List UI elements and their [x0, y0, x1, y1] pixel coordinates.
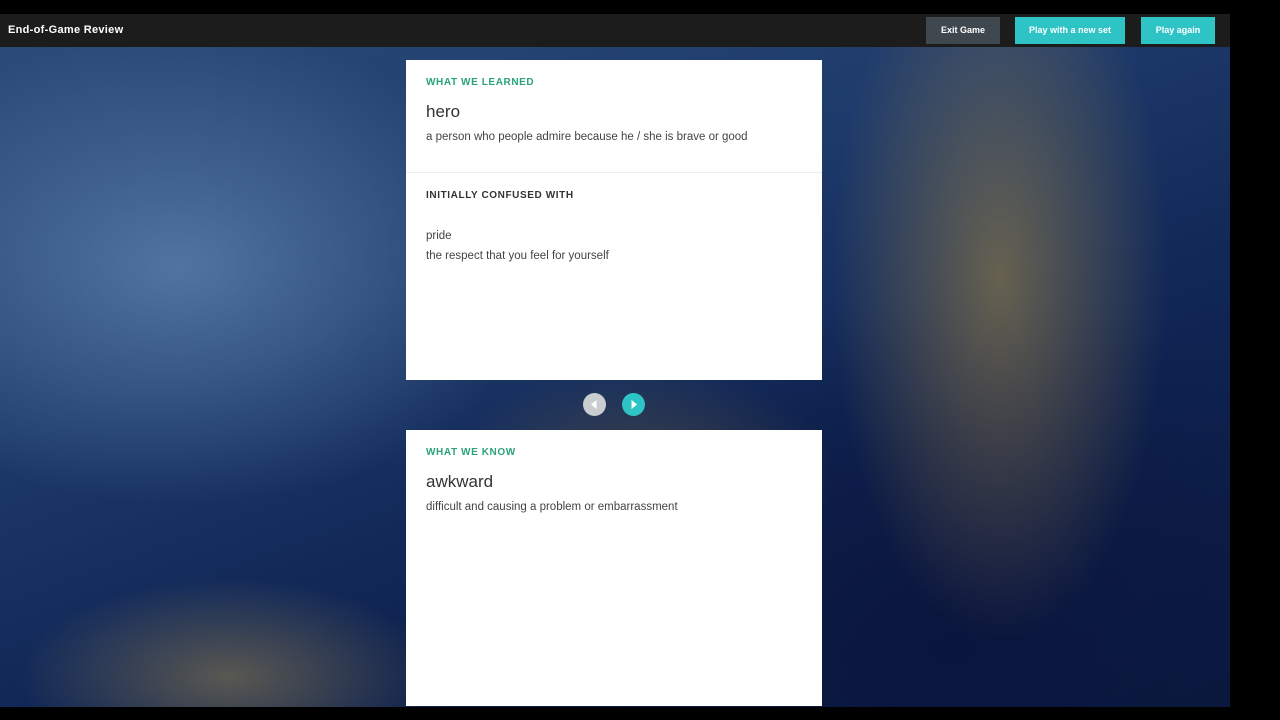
- exit-game-button[interactable]: Exit Game: [926, 17, 1000, 44]
- known-label: WHAT WE KNOW: [426, 447, 516, 458]
- chevron-left-icon: [591, 400, 597, 409]
- learned-word: hero: [426, 102, 461, 121]
- confused-label: INITIALLY CONFUSED WITH: [426, 190, 574, 201]
- game-review-screen: End-of-Game Review Exit Game Play with a…: [0, 0, 1280, 720]
- chevron-right-icon: [631, 400, 637, 409]
- learned-label: WHAT WE LEARNED: [426, 77, 535, 88]
- known-word: awkward: [426, 472, 494, 491]
- confused-word: pride: [426, 230, 452, 242]
- known-card: WHAT WE KNOW awkward difficult and causi…: [406, 430, 822, 706]
- next-button[interactable]: [622, 393, 645, 416]
- play-new-set-button[interactable]: Play with a new set: [1015, 17, 1125, 44]
- known-definition: difficult and causing a problem or embar…: [426, 501, 678, 513]
- top-bar: End-of-Game Review Exit Game Play with a…: [0, 14, 1230, 47]
- confused-definition: the respect that you feel for yourself: [426, 250, 609, 262]
- card-divider: [406, 172, 822, 173]
- previous-button[interactable]: [583, 393, 606, 416]
- play-again-button[interactable]: Play again: [1141, 17, 1215, 44]
- page-title: End-of-Game Review: [8, 24, 124, 36]
- learned-definition: a person who people admire because he / …: [426, 131, 748, 143]
- learned-card: WHAT WE LEARNED hero a person who people…: [406, 60, 822, 380]
